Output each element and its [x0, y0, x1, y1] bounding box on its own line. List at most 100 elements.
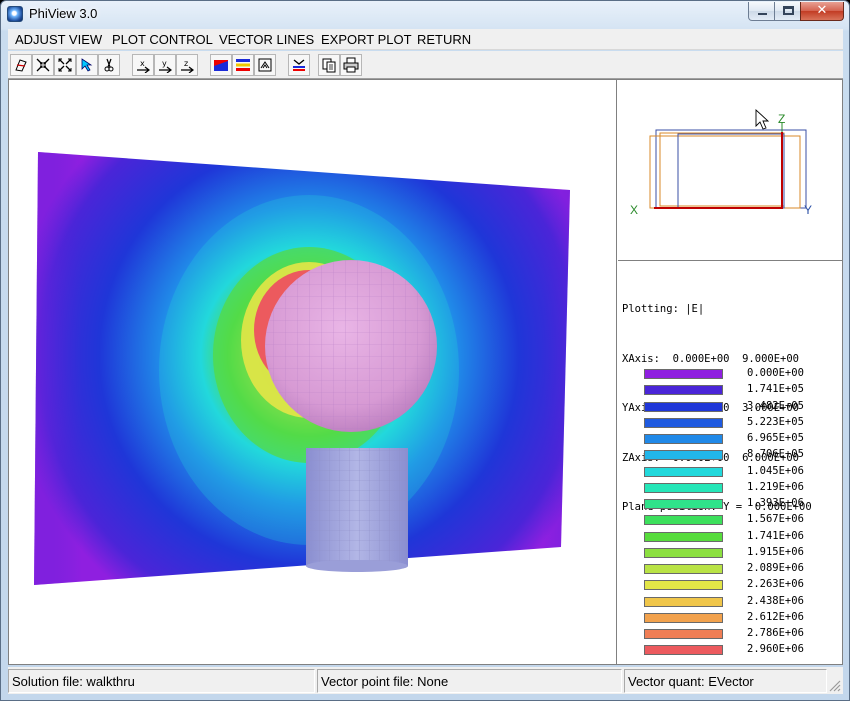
menu-plot-control[interactable]: PLOT CONTROL — [112, 32, 213, 47]
legend-label: 1.567E+06 — [747, 513, 804, 526]
y-axis-label: Y — [804, 203, 812, 217]
pointer-button[interactable] — [76, 54, 98, 76]
rotate-view-icon — [15, 59, 27, 72]
view-z-axis-icon: z — [181, 59, 194, 73]
legend-label: 2.960E+06 — [747, 643, 804, 656]
legend-swatch — [644, 596, 723, 607]
legend-row: 5.223E+05 — [644, 415, 840, 431]
plot-style-button[interactable] — [210, 54, 232, 76]
cut-icon — [104, 58, 114, 72]
legend-swatch — [644, 401, 723, 412]
legend-label: 2.263E+06 — [747, 578, 804, 591]
status-vector-point-file: Vector point file: None — [317, 669, 622, 693]
legend-row: 8.706E+05 — [644, 447, 840, 463]
plot-style-icon — [214, 60, 228, 71]
vector-lines-button[interactable] — [288, 54, 310, 76]
legend-label: 2.786E+06 — [747, 627, 804, 639]
legend-swatch — [644, 369, 723, 379]
sphere-conductor — [265, 260, 437, 432]
legend-swatch — [644, 385, 723, 396]
legend-label: 5.223E+05 — [747, 415, 804, 428]
print-button[interactable] — [340, 54, 362, 76]
menu-export-plot[interactable]: EXPORT PLOT — [321, 32, 412, 47]
legend-swatch — [644, 466, 723, 477]
legend-swatch — [644, 629, 723, 639]
resize-grip-icon[interactable] — [827, 678, 841, 692]
print-icon — [343, 57, 359, 73]
toolbar: x y z — [8, 51, 843, 79]
legend-row: 1.045E+06 — [644, 464, 840, 480]
title-bar[interactable]: PhiView 3.0 ✕ — [1, 1, 849, 29]
legend-swatch — [644, 434, 723, 444]
legend-row: 6.965E+05 — [644, 431, 840, 447]
legend-label: 1.915E+06 — [747, 545, 804, 558]
legend-row: 1.393E+06 — [644, 496, 840, 512]
svg-text:x: x — [140, 59, 145, 68]
legend-swatch — [644, 645, 723, 656]
color-legend: 0.000E+00 1.741E+05 3.482E+05 5.223E+05 6.96… — [644, 366, 840, 659]
legend-row: 2.438E+06 — [644, 594, 840, 610]
status-solution-file: Solution file: walkthru — [8, 669, 315, 693]
legend-row: 2.786E+06 — [644, 626, 840, 642]
legend-row: 2.263E+06 — [644, 577, 840, 593]
legend-label: 3.482E+05 — [747, 399, 804, 412]
status-bar: Solution file: walkthru Vector point fil… — [8, 667, 843, 694]
legend-label: 8.706E+05 — [747, 448, 804, 461]
legend-label: 6.965E+05 — [747, 432, 804, 444]
legend-row: 1.567E+06 — [644, 512, 840, 528]
legend-swatch — [644, 531, 723, 542]
legend-swatch — [644, 450, 723, 461]
legend-label: 1.219E+06 — [747, 480, 804, 493]
orientation-box: Z X Y — [630, 108, 812, 217]
app-icon — [7, 6, 23, 22]
menu-vector-lines[interactable]: VECTOR LINES — [219, 32, 314, 47]
cut-button[interactable] — [98, 54, 120, 76]
legend-label: 1.741E+06 — [747, 529, 804, 542]
view-z-axis-button[interactable]: z — [176, 54, 198, 76]
zoom-out-button[interactable] — [54, 54, 76, 76]
view-y-axis-icon: y — [159, 59, 172, 73]
maximize-button[interactable] — [774, 2, 801, 21]
menu-return[interactable]: RETURN — [417, 32, 471, 47]
mouse-cursor-icon — [755, 108, 770, 130]
pointer-icon — [81, 58, 93, 72]
rotate-view-button[interactable] — [10, 54, 32, 76]
z-axis-label: Z — [778, 112, 785, 126]
contour-button[interactable] — [254, 54, 276, 76]
app-window: PhiView 3.0 ✕ ADJUST VIEW PLOT CONTROL V… — [0, 0, 850, 701]
copy-button[interactable] — [318, 54, 340, 76]
close-icon: ✕ — [816, 3, 828, 18]
legend-label: 2.089E+06 — [747, 562, 804, 574]
x-axis-label: X — [630, 203, 638, 217]
legend-row: 1.741E+05 — [644, 382, 840, 398]
side-panel: Z X Y Plotting: |E| XAxis: 0.000E+00 9.0… — [618, 80, 842, 664]
minimize-button[interactable] — [748, 2, 775, 21]
cylinder-conductor — [306, 448, 408, 572]
svg-text:z: z — [184, 59, 188, 68]
legend-row: 2.089E+06 — [644, 561, 840, 577]
close-button[interactable]: ✕ — [800, 2, 844, 21]
legend-swatch — [644, 564, 723, 574]
zoom-out-icon — [58, 58, 72, 72]
main-area: Z X Y Plotting: |E| XAxis: 0.000E+00 9.0… — [8, 79, 843, 665]
view-x-axis-icon: x — [137, 59, 150, 73]
minimize-icon — [758, 13, 767, 15]
legend-row: 1.219E+06 — [644, 480, 840, 496]
view-x-axis-button[interactable]: x — [132, 54, 154, 76]
legend-row: 3.482E+05 — [644, 399, 840, 415]
legend-row: 2.612E+06 — [644, 610, 840, 626]
legend-swatch — [644, 499, 723, 509]
view-y-axis-button[interactable]: y — [154, 54, 176, 76]
zoom-in-button[interactable] — [32, 54, 54, 76]
color-bars-button[interactable] — [232, 54, 254, 76]
svg-text:y: y — [162, 59, 167, 68]
field-plot-viewport[interactable] — [9, 80, 617, 664]
zoom-in-icon — [36, 58, 50, 72]
legend-swatch — [644, 612, 723, 623]
legend-swatch — [644, 580, 723, 591]
legend-label: 1.741E+05 — [747, 383, 804, 396]
menu-adjust-view[interactable]: ADJUST VIEW — [15, 32, 102, 47]
legend-row: 0.000E+00 — [644, 366, 840, 382]
orientation-view: Z X Y — [618, 80, 842, 261]
plotting-quantity: Plotting: |E| — [622, 303, 705, 315]
